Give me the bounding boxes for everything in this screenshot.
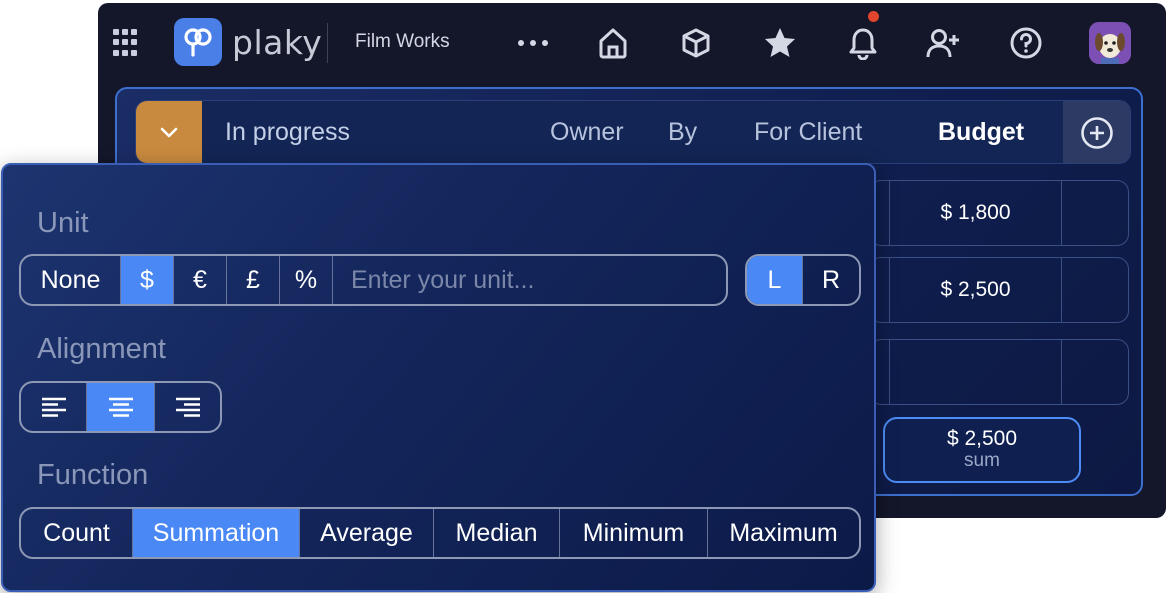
- unit-position-right[interactable]: R: [803, 256, 859, 304]
- logo-mark-icon: [174, 18, 222, 66]
- workspace-name[interactable]: Film Works: [355, 31, 450, 53]
- group-header: In progress Owner By For Client Budget: [135, 100, 1131, 164]
- custom-unit-input[interactable]: [333, 256, 726, 304]
- help-icon[interactable]: [1006, 23, 1046, 63]
- unit-option-percent[interactable]: %: [280, 256, 333, 304]
- function-option-minimum[interactable]: Minimum: [560, 509, 708, 557]
- column-header-budget[interactable]: Budget: [938, 118, 1024, 147]
- align-left-icon: [41, 397, 66, 417]
- top-bar: plaky Film Works: [98, 3, 1166, 83]
- group-title[interactable]: In progress: [225, 118, 350, 147]
- unit-option-pound[interactable]: £: [227, 256, 280, 304]
- table-row: $ 2,500: [869, 257, 1129, 323]
- align-center-button[interactable]: [87, 383, 155, 431]
- summary-value: $ 2,500: [946, 427, 1018, 450]
- function-option-summation[interactable]: Summation: [133, 509, 300, 557]
- column-header-for-client[interactable]: For Client: [754, 118, 862, 147]
- function-selector: Count Summation Average Median Minimum M…: [19, 507, 861, 559]
- chevron-down-icon: [160, 127, 178, 138]
- bell-icon[interactable]: [843, 9, 883, 63]
- summary-label: sum: [964, 450, 1000, 471]
- function-label: Function: [37, 459, 149, 491]
- function-option-count[interactable]: Count: [21, 509, 133, 557]
- table-row: $ 1,800: [869, 180, 1129, 246]
- plus-circle-icon: [1080, 117, 1113, 149]
- unit-position-left[interactable]: L: [747, 256, 804, 304]
- add-column-button[interactable]: [1063, 101, 1130, 163]
- more-icon[interactable]: [513, 23, 553, 63]
- avatar[interactable]: [1089, 22, 1131, 64]
- unit-position-selector: L R: [745, 254, 861, 306]
- plaky-logo[interactable]: plaky: [174, 18, 323, 66]
- notification-dot: [866, 9, 881, 24]
- align-right-button[interactable]: [155, 383, 220, 431]
- column-settings-panel: Unit None $ € £ % L R Alignment Function…: [1, 163, 876, 592]
- home-icon[interactable]: [593, 23, 633, 63]
- column-summary[interactable]: $ 2,500 sum: [883, 417, 1081, 483]
- table-row: [869, 339, 1129, 405]
- logo-text: plaky: [232, 22, 323, 62]
- align-center-icon: [108, 397, 133, 417]
- unit-option-dollar[interactable]: $: [121, 256, 174, 304]
- alignment-selector: [19, 381, 222, 433]
- unit-option-none[interactable]: None: [21, 256, 121, 304]
- group-collapse-button[interactable]: [136, 101, 202, 163]
- alignment-label: Alignment: [37, 333, 166, 365]
- column-header-by[interactable]: By: [668, 118, 697, 147]
- topbar-divider: [327, 23, 328, 63]
- column-header-owner[interactable]: Owner: [550, 118, 624, 147]
- star-icon[interactable]: [760, 23, 800, 63]
- budget-cell[interactable]: $ 2,500: [890, 258, 1062, 322]
- unit-option-euro[interactable]: €: [174, 256, 227, 304]
- budget-cell[interactable]: [890, 340, 1062, 404]
- unit-label: Unit: [37, 207, 89, 239]
- function-option-maximum[interactable]: Maximum: [708, 509, 859, 557]
- function-option-average[interactable]: Average: [300, 509, 434, 557]
- function-option-median[interactable]: Median: [434, 509, 560, 557]
- add-user-icon[interactable]: [923, 23, 963, 63]
- budget-cell[interactable]: $ 1,800: [890, 181, 1062, 245]
- align-left-button[interactable]: [21, 383, 87, 431]
- align-right-icon: [175, 397, 200, 417]
- apps-grid-icon[interactable]: [113, 29, 141, 57]
- cube-icon[interactable]: [676, 23, 716, 63]
- unit-selector: None $ € £ %: [19, 254, 728, 306]
